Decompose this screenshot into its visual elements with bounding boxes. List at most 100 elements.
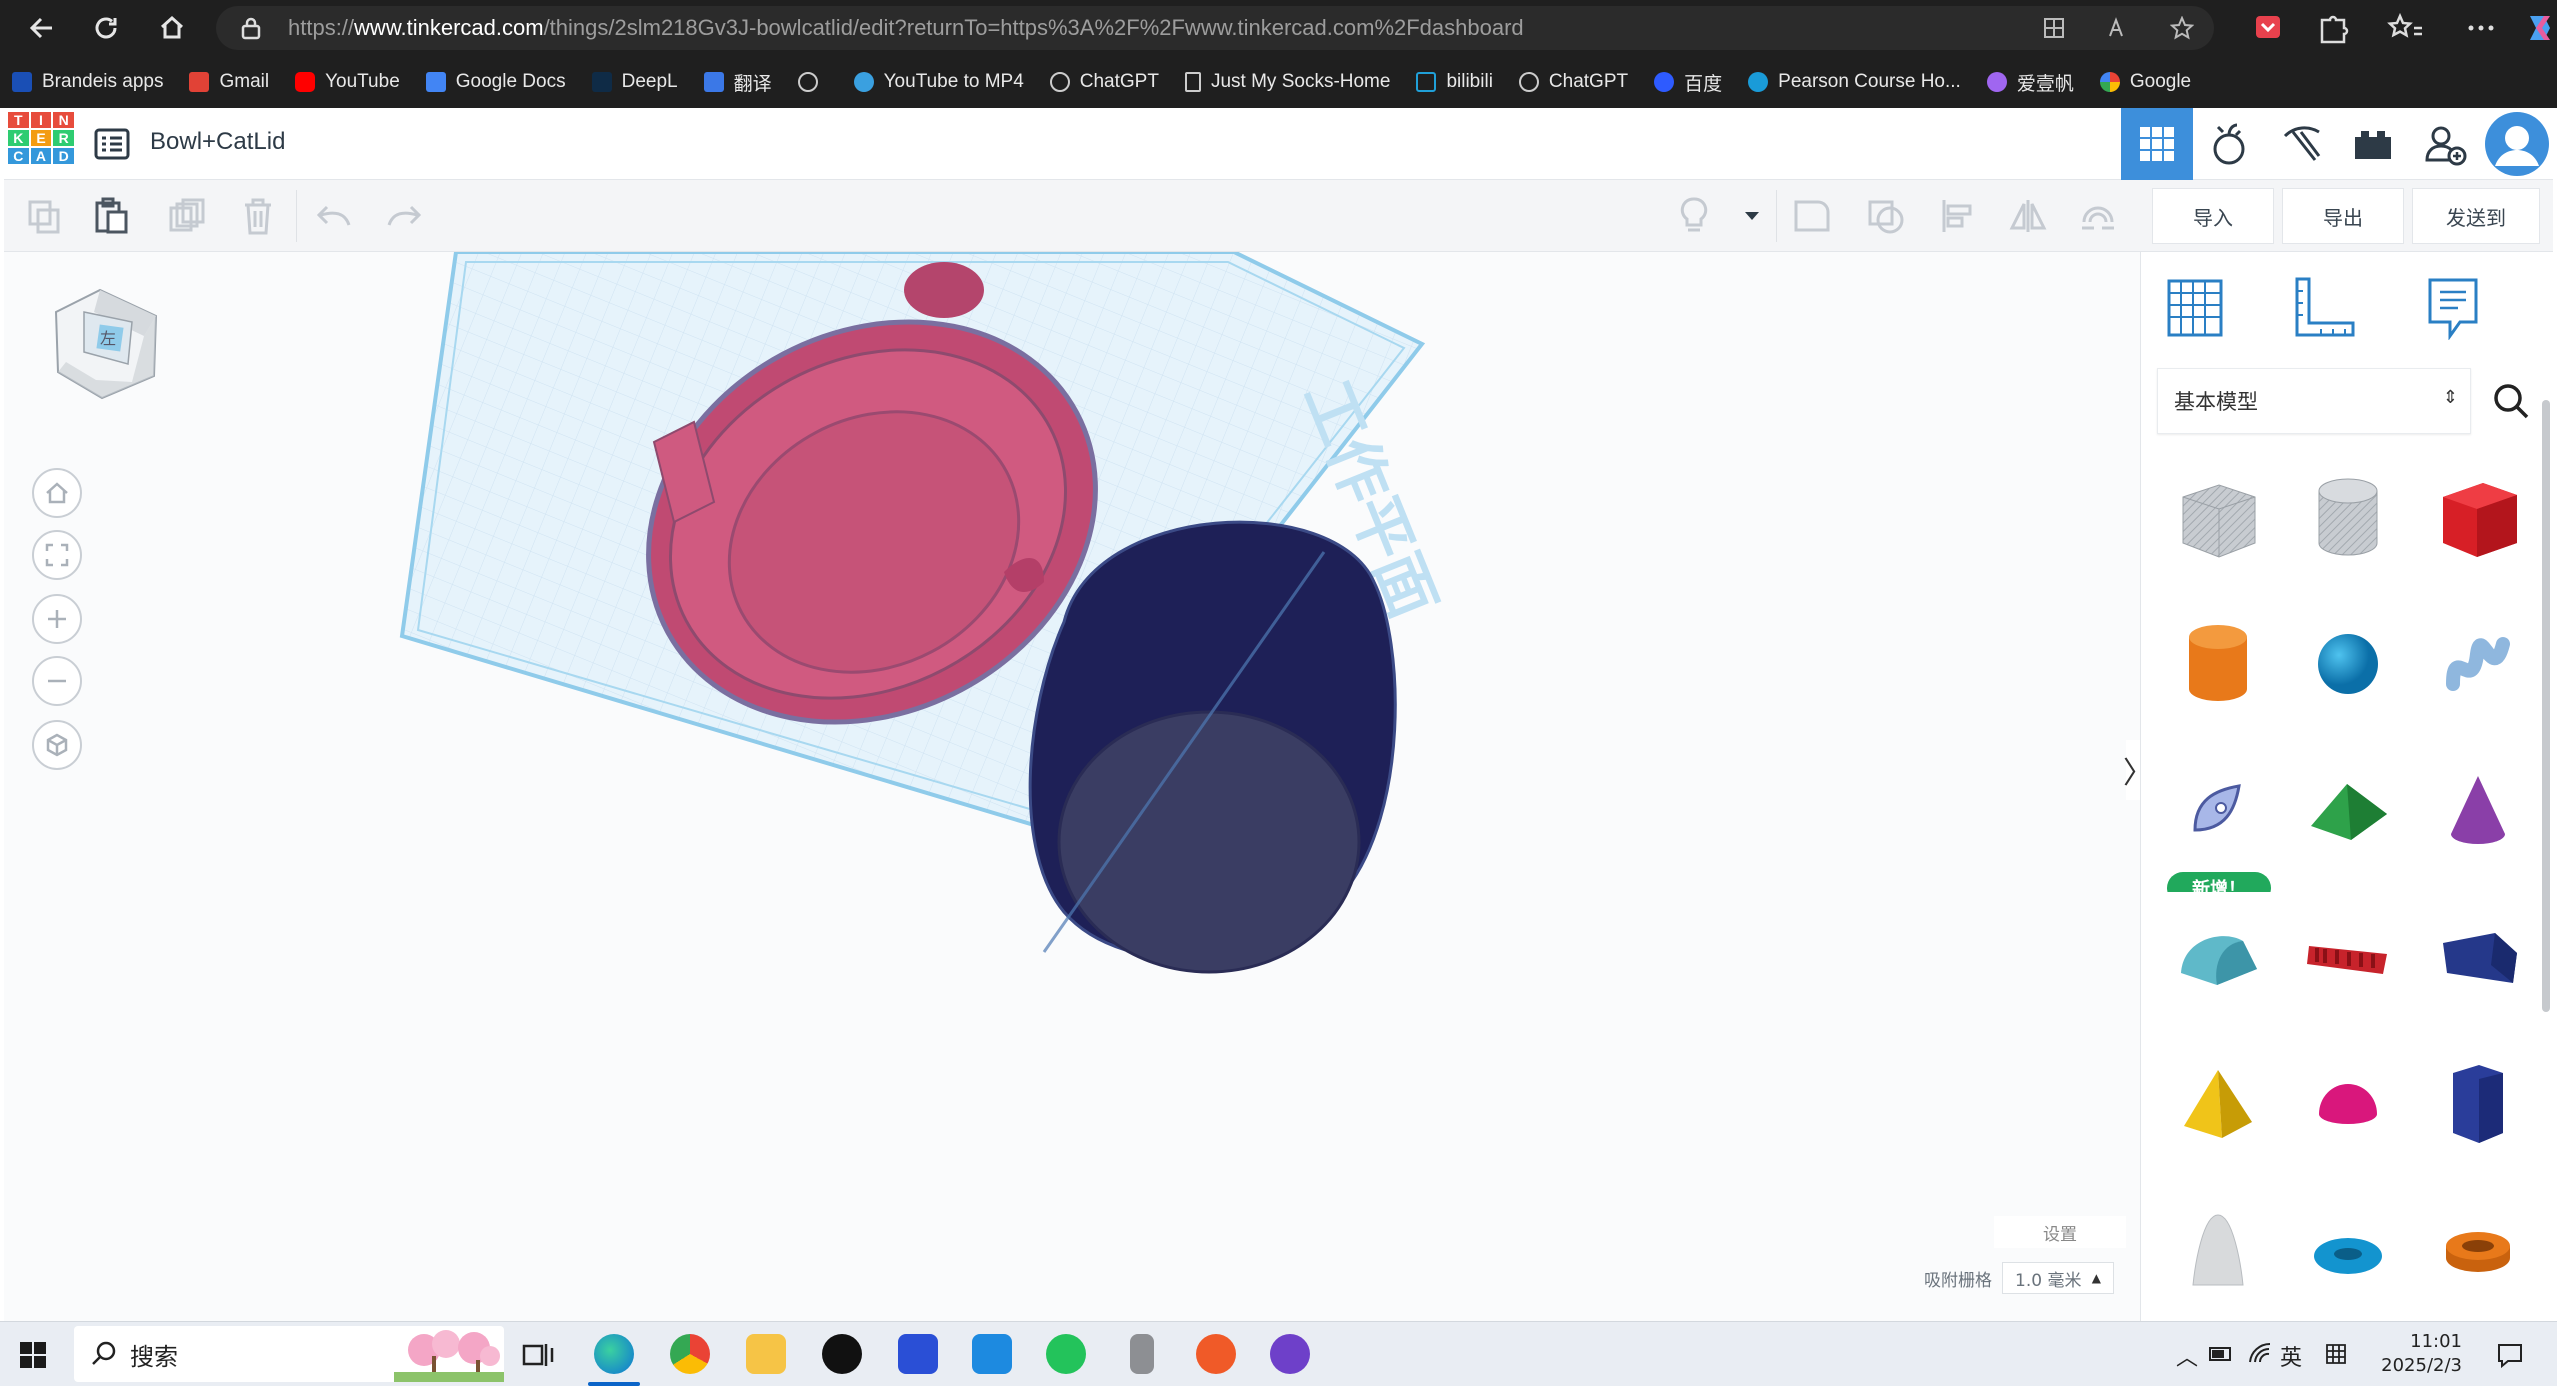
bookmark-chatgpt-2[interactable]: ChatGPT: [1518, 71, 1628, 93]
address-bar[interactable]: https://www.tinkercad.com/things/2slm218…: [216, 6, 2214, 50]
bookmark-globe[interactable]: [797, 72, 828, 92]
view-cube[interactable]: 左: [36, 272, 166, 402]
github-desktop-taskbar-icon[interactable]: [822, 1334, 862, 1374]
scribble-shape[interactable]: [2417, 598, 2539, 730]
notification-icon[interactable]: [2496, 1342, 2524, 1368]
import-button[interactable]: 导入: [2152, 188, 2274, 244]
shape-category-select[interactable]: 基本模型 ⇕: [2157, 368, 2471, 434]
bookmark-gmail[interactable]: Gmail: [189, 71, 269, 93]
cone-shape[interactable]: [2417, 744, 2539, 876]
collapse-panel-button[interactable]: 〉: [2123, 740, 2140, 800]
send-to-button[interactable]: 发送到: [2412, 188, 2540, 244]
app-available-icon[interactable]: [2042, 16, 2066, 40]
notes-dropdown[interactable]: [1730, 194, 1774, 238]
zoom-in-button[interactable]: [32, 594, 82, 644]
fit-view-button[interactable]: [32, 530, 82, 580]
home-button[interactable]: [148, 8, 196, 48]
design-list-icon[interactable]: [94, 128, 130, 160]
chrome-taskbar-icon[interactable]: [670, 1334, 710, 1374]
ruler-tool-button[interactable]: [2287, 272, 2359, 344]
user-avatar[interactable]: [2481, 108, 2553, 180]
bookmark-bilibili[interactable]: bilibili: [1416, 71, 1493, 93]
bookmark-baidu[interactable]: 百度: [1654, 69, 1722, 96]
back-button[interactable]: [18, 8, 66, 48]
notes-button[interactable]: [1672, 194, 1716, 238]
roof-shape[interactable]: [2287, 744, 2409, 876]
pyramid-shape[interactable]: [2157, 1038, 2279, 1170]
bookmark-google[interactable]: Google: [2099, 71, 2191, 93]
camera-taskbar-icon[interactable]: [972, 1334, 1012, 1374]
bookmark-translate[interactable]: 翻译: [703, 69, 772, 96]
paraboloid-shape[interactable]: [2157, 1184, 2279, 1316]
workplane-tool-button[interactable]: [2159, 272, 2231, 344]
delete-button[interactable]: [236, 194, 280, 238]
bricks-button[interactable]: [2265, 108, 2337, 180]
notes-app-taskbar-icon[interactable]: [898, 1334, 938, 1374]
extensions-icon[interactable]: [2296, 12, 2370, 44]
bookmark-brandeis[interactable]: Brandeis apps: [12, 71, 163, 93]
task-view-icon[interactable]: [522, 1340, 554, 1370]
box-hole-shape[interactable]: [2157, 452, 2279, 584]
battery-icon[interactable]: [2208, 1344, 2234, 1364]
align-button[interactable]: [1936, 194, 1980, 238]
notes-tool-button[interactable]: [2417, 272, 2489, 344]
pocket-extension-icon[interactable]: [2240, 12, 2296, 44]
edge-taskbar-icon[interactable]: [594, 1334, 634, 1374]
snap-grid-select[interactable]: 1.0 毫米 ▲: [2002, 1262, 2114, 1294]
zoom-out-button[interactable]: [32, 656, 82, 706]
bookmark-just-my-socks[interactable]: Just My Socks-Home: [1184, 71, 1390, 93]
mirror-button[interactable]: [2006, 194, 2050, 238]
bookmark-aiyifan[interactable]: 爱壹帆: [1986, 69, 2074, 96]
github-taskbar-icon[interactable]: [1270, 1334, 1310, 1374]
copy-button[interactable]: [22, 194, 66, 238]
cylinder-shape[interactable]: [2157, 598, 2279, 730]
copilot-icon[interactable]: [2518, 12, 2557, 44]
settings-button[interactable]: 设置: [1994, 1216, 2126, 1248]
orange-app-taskbar-icon[interactable]: [1196, 1334, 1236, 1374]
taskbar-search[interactable]: 搜索: [74, 1326, 504, 1382]
paste-button[interactable]: [90, 194, 134, 238]
torus-shape[interactable]: [2287, 1184, 2409, 1316]
duplicate-button[interactable]: [164, 194, 208, 238]
workplane-scene[interactable]: 工作平面: [4, 252, 2140, 1321]
favorites-icon[interactable]: [2370, 12, 2444, 44]
box-shape[interactable]: [2417, 452, 2539, 584]
group-button[interactable]: [1790, 194, 1834, 238]
read-aloud-icon[interactable]: [2106, 16, 2130, 40]
cruise-button[interactable]: [2076, 194, 2120, 238]
refresh-button[interactable]: [82, 8, 130, 48]
bowl-shape[interactable]: [1028, 520, 1397, 974]
ungroup-button[interactable]: [1864, 194, 1908, 238]
vpn-taskbar-icon[interactable]: [1046, 1334, 1086, 1374]
add-user-button[interactable]: [2409, 108, 2481, 180]
perspective-button[interactable]: [32, 720, 82, 770]
shape-search-button[interactable]: [2479, 368, 2543, 434]
bookmark-deepl[interactable]: DeepL: [591, 71, 678, 93]
input-method-indicator[interactable]: 英: [2280, 1340, 2302, 1372]
half-sphere-shape[interactable]: [2287, 1038, 2409, 1170]
system-clock[interactable]: 11:01 2025/2/3: [2372, 1330, 2462, 1378]
3d-design-view-button[interactable]: [2121, 108, 2193, 180]
sketch-shape[interactable]: [2157, 744, 2279, 876]
favorite-star-icon[interactable]: [2170, 16, 2194, 40]
show-hidden-icons[interactable]: ︿: [2176, 1340, 2198, 1372]
design-title[interactable]: Bowl+CatLid: [150, 128, 285, 156]
redo-button[interactable]: [382, 194, 426, 238]
blocks-button[interactable]: [2337, 108, 2409, 180]
tinkercad-logo[interactable]: T I N K E R C A D: [8, 112, 74, 176]
undo-button[interactable]: [312, 194, 356, 238]
wifi-icon[interactable]: [2248, 1342, 2272, 1366]
bookmark-youtube[interactable]: YouTube: [295, 71, 400, 93]
microphone-taskbar-icon[interactable]: [1130, 1334, 1154, 1374]
more-menu-icon[interactable]: [2444, 12, 2518, 44]
text-shape[interactable]: [2287, 892, 2409, 1024]
bookmark-youtube-to-mp4[interactable]: YouTube to MP4: [853, 71, 1024, 93]
bookmark-chatgpt[interactable]: ChatGPT: [1049, 71, 1159, 93]
cylinder-hole-shape[interactable]: [2287, 452, 2409, 584]
polygon-shape[interactable]: [2417, 1038, 2539, 1170]
tube-shape[interactable]: [2417, 1184, 2539, 1316]
bookmark-google-docs[interactable]: Google Docs: [425, 71, 566, 93]
export-button[interactable]: 导出: [2282, 188, 2404, 244]
workplane-canvas[interactable]: 工作平面 左 设置 吸附栅格 1.0 毫米 ▲: [4, 252, 2140, 1321]
panel-scrollbar[interactable]: [2542, 400, 2550, 1012]
